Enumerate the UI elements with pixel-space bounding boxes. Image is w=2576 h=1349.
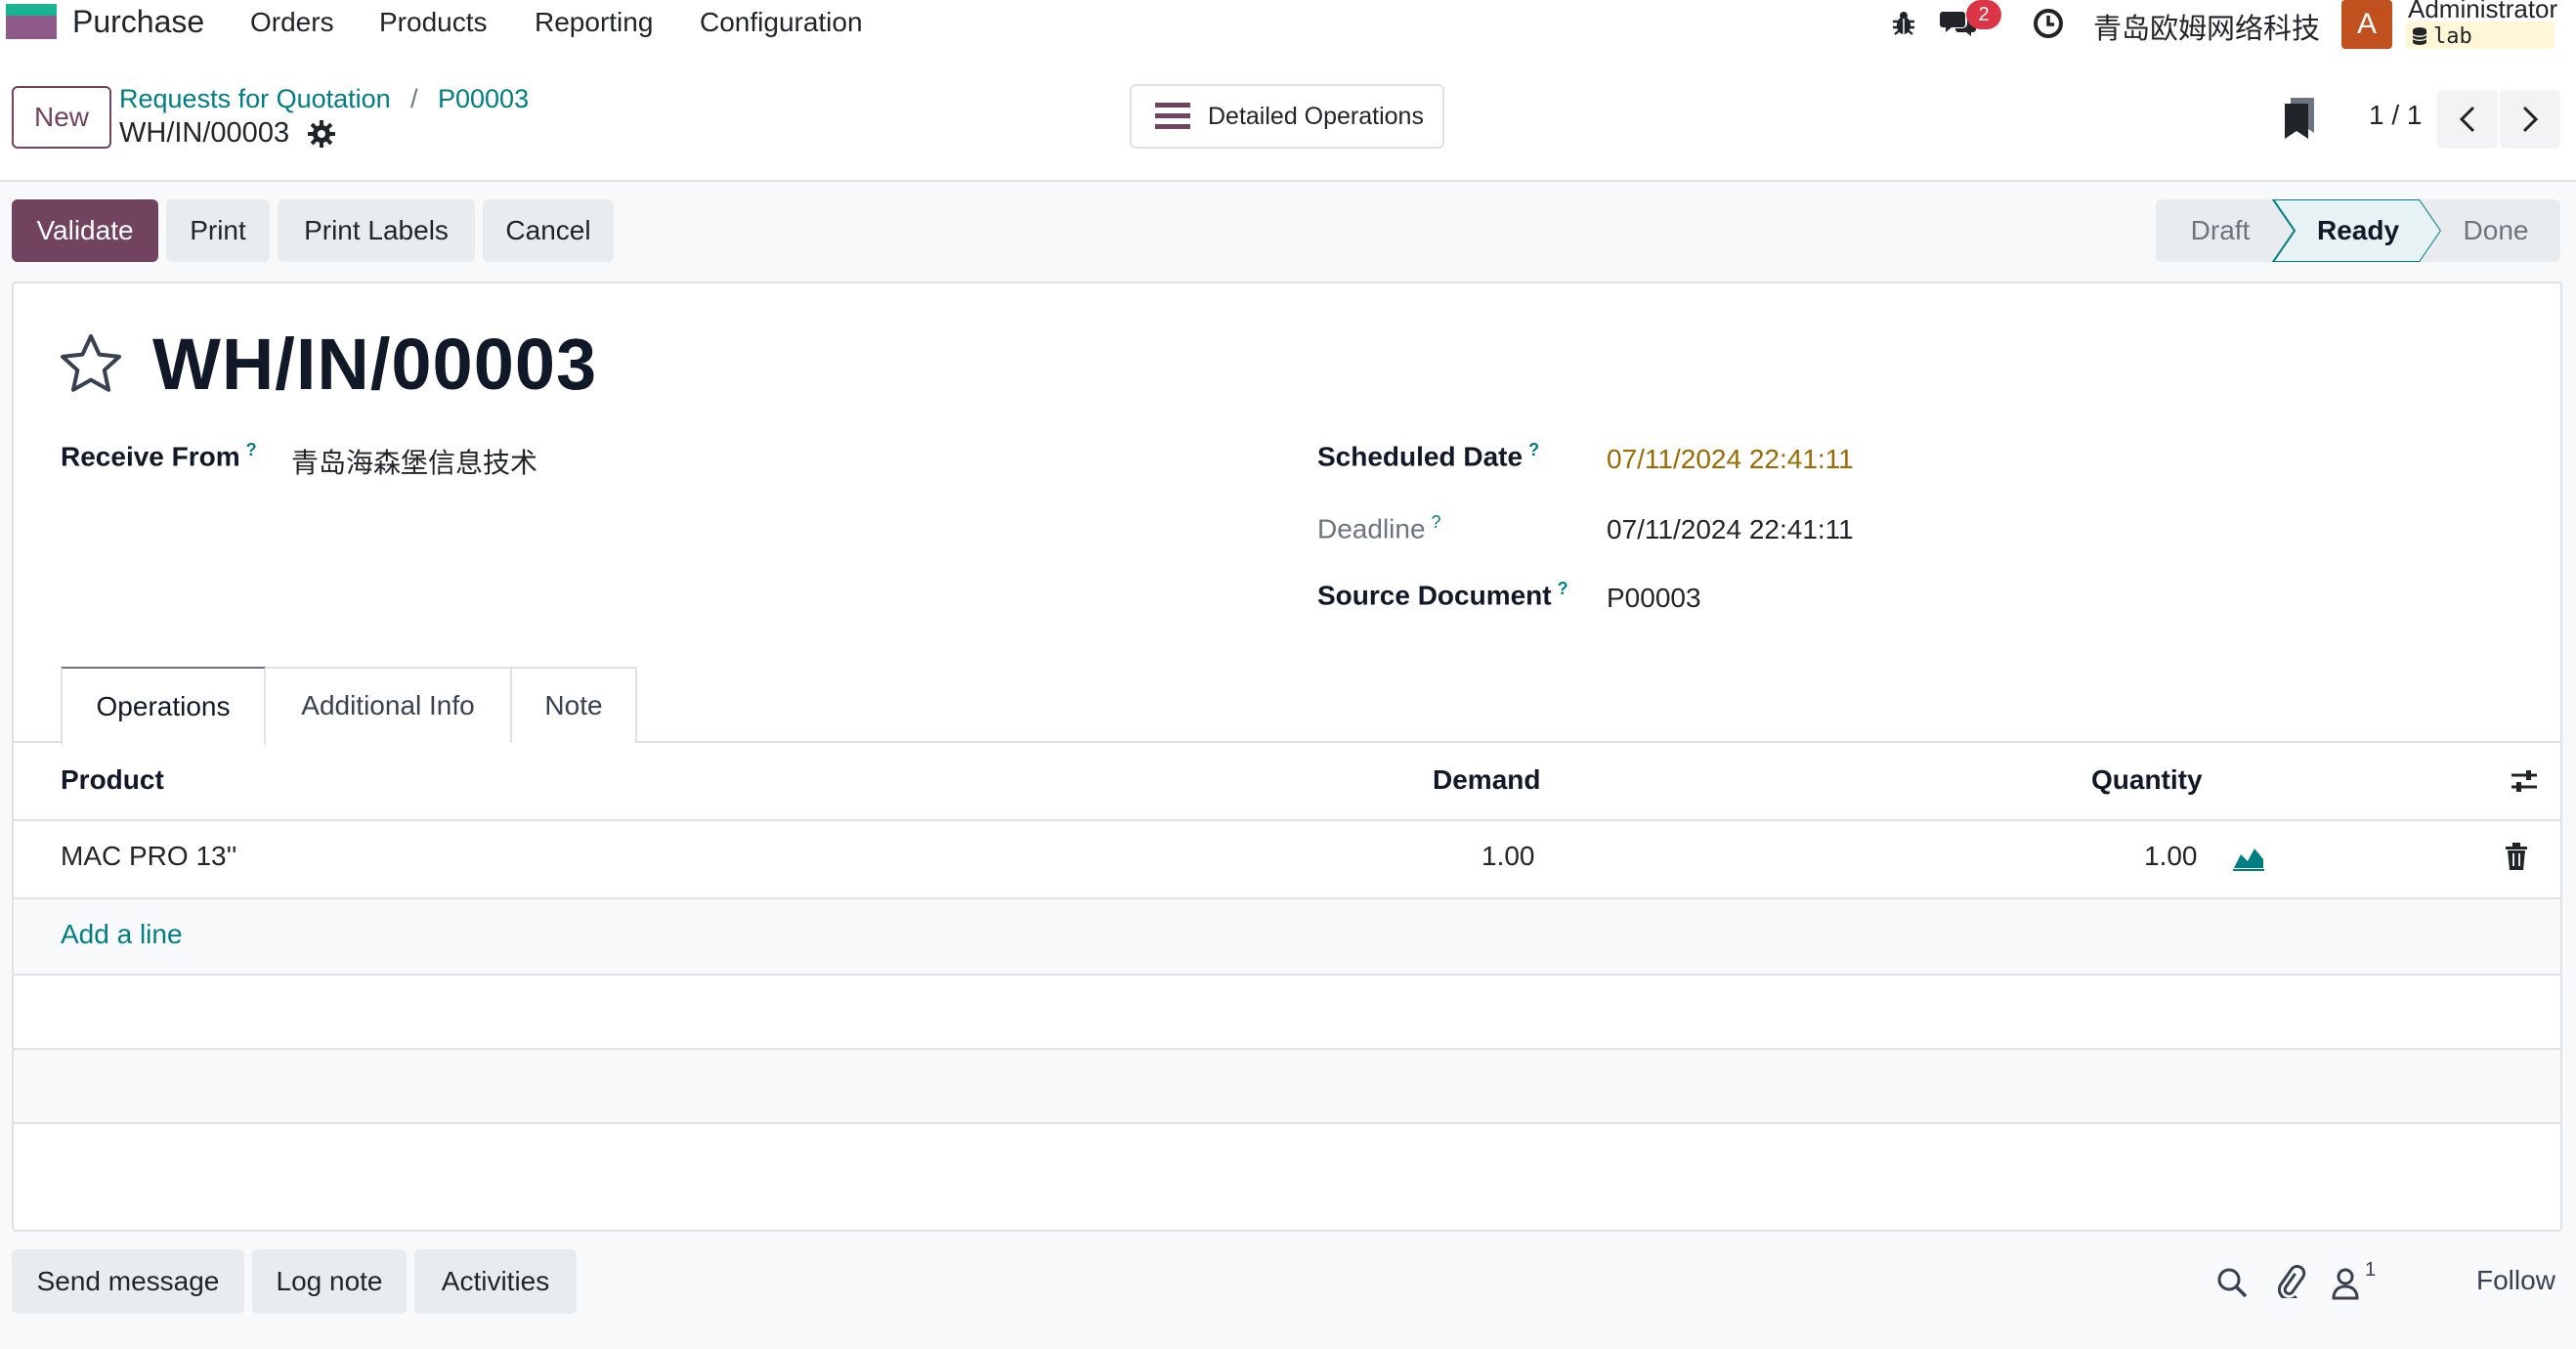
cancel-button[interactable]: Cancel <box>483 199 614 262</box>
menu-configuration[interactable]: Configuration <box>700 7 863 38</box>
messages-count-badge: 2 <box>1966 0 2001 29</box>
receive-from-field[interactable]: 青岛海森堡信息技术 <box>291 442 537 481</box>
menu-orders[interactable]: Orders <box>250 7 334 38</box>
debug-bug-icon[interactable] <box>1886 6 1921 41</box>
column-header-product[interactable]: Product <box>61 764 164 796</box>
follow-button[interactable]: Follow <box>2476 1265 2555 1296</box>
list-bars-icon <box>1155 103 1190 129</box>
help-tooltip-icon[interactable]: ? <box>1528 440 1539 459</box>
column-header-demand[interactable]: Demand <box>1433 764 1540 796</box>
deadline-field[interactable]: 07/11/2024 22:41:11 <box>1607 514 1854 545</box>
empty-row <box>14 1050 2560 1122</box>
help-tooltip-icon[interactable]: ? <box>1432 512 1441 532</box>
menu-reporting[interactable]: Reporting <box>535 7 653 38</box>
scheduled-date-label: Scheduled Date? <box>1317 440 1540 472</box>
company-switcher[interactable]: 青岛欧姆网络科技 <box>2093 6 2320 47</box>
followers-count[interactable]: 1 <box>2365 1259 2376 1282</box>
print-button[interactable]: Print <box>166 199 270 262</box>
status-done[interactable]: Done <box>2431 199 2560 262</box>
gear-icon[interactable] <box>307 119 336 149</box>
database-badge: lab <box>2406 22 2555 51</box>
paperclip-attachment-icon[interactable] <box>2273 1265 2306 1298</box>
followers-person-icon[interactable] <box>2332 1267 2359 1300</box>
activities-button[interactable]: Activities <box>414 1249 577 1314</box>
scheduled-date-field[interactable]: 07/11/2024 22:41:11 <box>1607 444 1854 475</box>
row-quantity[interactable]: 1.00 <box>2144 841 2198 872</box>
help-tooltip-icon[interactable]: ? <box>246 440 257 459</box>
pager-previous-button[interactable] <box>2437 90 2498 149</box>
forecast-area-chart-icon[interactable] <box>2232 843 2265 872</box>
print-labels-button[interactable]: Print Labels <box>278 199 475 262</box>
user-avatar[interactable]: A <box>2341 0 2392 49</box>
deadline-label: Deadline? <box>1317 512 1441 544</box>
status-draft[interactable]: Draft <box>2156 199 2285 262</box>
database-icon <box>2412 27 2427 45</box>
breadcrumb-separator: / <box>410 84 418 113</box>
tab-additional-info[interactable]: Additional Info <box>266 667 512 743</box>
pager-next-button[interactable] <box>2500 90 2560 149</box>
row-divider <box>14 1122 2560 1124</box>
row-demand[interactable]: 1.00 <box>1481 841 1535 872</box>
source-document-label: Source Document? <box>1317 579 1568 611</box>
add-line-row <box>14 899 2560 974</box>
record-title: WH/IN/00003 <box>152 324 598 405</box>
send-message-button[interactable]: Send message <box>12 1249 244 1314</box>
breadcrumb-requests-for-quotation[interactable]: Requests for Quotation <box>119 84 391 114</box>
menu-products[interactable]: Products <box>379 7 488 38</box>
chevron-left-icon <box>2459 106 2475 133</box>
table-row[interactable]: MAC PRO 13'' 1.00 1.00 <box>14 821 2560 897</box>
source-document-field[interactable]: P00003 <box>1607 583 1701 614</box>
status-bar: Draft Ready Done <box>2156 199 2560 262</box>
app-name[interactable]: Purchase <box>72 4 204 40</box>
add-a-line-link[interactable]: Add a line <box>61 919 183 950</box>
status-ready[interactable]: Ready <box>2285 199 2431 262</box>
receive-from-label: Receive From? <box>61 440 257 472</box>
delete-trash-icon[interactable] <box>2504 843 2529 870</box>
tab-note[interactable]: Note <box>512 667 637 743</box>
breadcrumb-p00003[interactable]: P00003 <box>438 84 529 114</box>
help-tooltip-icon[interactable]: ? <box>1558 579 1568 598</box>
validate-button[interactable]: Validate <box>12 199 158 262</box>
purchase-app-icon[interactable] <box>6 4 57 39</box>
activities-clock-icon[interactable] <box>2031 6 2066 41</box>
tab-operations[interactable]: Operations <box>61 667 266 745</box>
new-button[interactable]: New <box>12 86 111 149</box>
log-note-button[interactable]: Log note <box>252 1249 407 1314</box>
chevron-right-icon <box>2522 106 2539 133</box>
record-name: WH/IN/00003 <box>119 117 290 149</box>
column-header-quantity[interactable]: Quantity <box>2091 764 2203 796</box>
star-favorite-icon[interactable] <box>59 332 123 397</box>
database-name: lab <box>2433 23 2472 49</box>
bookmark-icon[interactable] <box>2283 98 2316 139</box>
optional-columns-sliders-icon[interactable] <box>2510 766 2539 796</box>
detailed-operations-button[interactable]: Detailed Operations <box>1130 84 1444 149</box>
search-icon[interactable] <box>2216 1267 2248 1298</box>
pager-value[interactable]: 1 / 1 <box>2369 100 2422 131</box>
empty-row <box>14 976 2560 1048</box>
row-product[interactable]: MAC PRO 13'' <box>61 841 236 872</box>
detailed-operations-label: Detailed Operations <box>1208 102 1424 130</box>
